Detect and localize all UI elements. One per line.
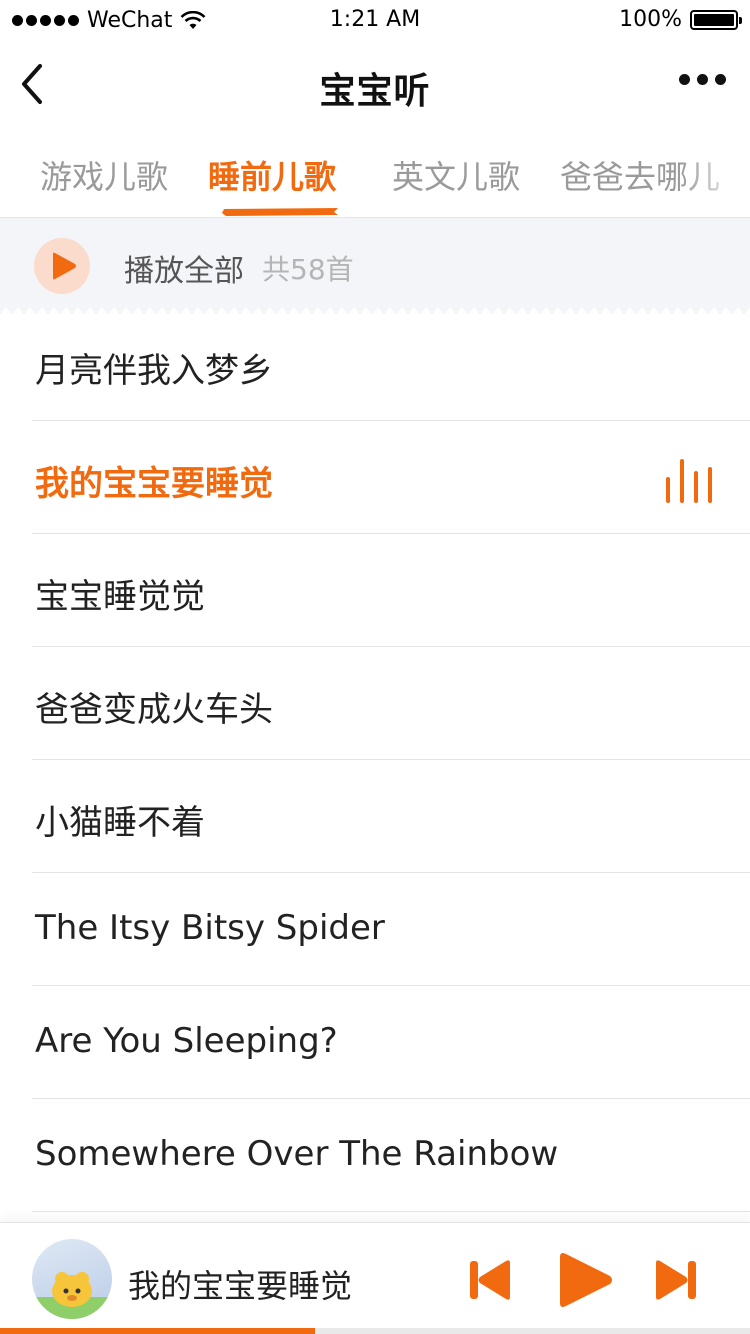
equalizer-icon bbox=[666, 459, 712, 503]
mini-player[interactable]: 我的宝宝要睡觉 bbox=[0, 1222, 750, 1334]
song-row[interactable]: The Itsy Bitsy Spider bbox=[32, 873, 750, 986]
song-row[interactable]: 月亮伴我入梦乡 bbox=[32, 308, 750, 421]
song-title: 宝宝睡觉觉 bbox=[35, 577, 205, 617]
song-row-playing[interactable]: 我的宝宝要睡觉 bbox=[32, 421, 750, 534]
navigation-bar: 宝宝听 bbox=[0, 40, 750, 128]
song-row[interactable]: Are You Sleeping? bbox=[32, 986, 750, 1099]
tab-game-songs[interactable]: 游戏儿歌 bbox=[40, 152, 168, 198]
song-list: 月亮伴我入梦乡 我的宝宝要睡觉 宝宝睡觉觉 爸爸变成火车头 小猫睡不着 The … bbox=[0, 308, 750, 1212]
skip-previous-icon[interactable] bbox=[468, 1259, 512, 1301]
song-title: 我的宝宝要睡觉 bbox=[35, 464, 273, 504]
battery-icon bbox=[690, 9, 742, 30]
song-title: 月亮伴我入梦乡 bbox=[35, 351, 273, 391]
play-icon bbox=[53, 252, 76, 280]
status-bar: WeChat 1:21 AM 100% bbox=[0, 0, 750, 40]
song-title: 小猫睡不着 bbox=[35, 803, 205, 843]
now-playing-title: 我的宝宝要睡觉 bbox=[128, 1267, 353, 1305]
skip-next-icon[interactable] bbox=[654, 1259, 698, 1301]
tabs-fade bbox=[680, 128, 750, 217]
status-right: 100% bbox=[619, 7, 742, 32]
play-button-icon[interactable] bbox=[556, 1251, 614, 1309]
song-title: The Itsy Bitsy Spider bbox=[35, 908, 385, 948]
song-row[interactable]: 爸爸变成火车头 bbox=[32, 647, 750, 760]
album-cover[interactable] bbox=[32, 1239, 112, 1319]
progress-bar[interactable] bbox=[0, 1328, 750, 1334]
song-row[interactable]: 宝宝睡觉觉 bbox=[32, 534, 750, 647]
more-icon[interactable] bbox=[679, 74, 726, 85]
play-all-button[interactable] bbox=[34, 238, 90, 294]
category-tabs: 游戏儿歌 睡前儿歌 英文儿歌 爸爸去哪儿 bbox=[0, 128, 750, 218]
song-title: Are You Sleeping? bbox=[35, 1021, 338, 1061]
battery-percent: 100% bbox=[619, 7, 682, 32]
song-row[interactable]: Somewhere Over The Rainbow bbox=[32, 1099, 750, 1212]
tab-english-songs[interactable]: 英文儿歌 bbox=[392, 152, 520, 198]
progress-fill bbox=[0, 1328, 315, 1334]
song-title: 爸爸变成火车头 bbox=[35, 690, 273, 730]
song-title: Somewhere Over The Rainbow bbox=[35, 1134, 559, 1174]
song-count: 共58首 bbox=[262, 253, 354, 286]
page-title: 宝宝听 bbox=[319, 71, 431, 112]
tab-bedtime-songs[interactable]: 睡前儿歌 bbox=[208, 152, 336, 198]
play-all-bar[interactable]: 播放全部 共58首 bbox=[0, 218, 750, 315]
song-row[interactable]: 小猫睡不着 bbox=[32, 760, 750, 873]
cover-art-icon bbox=[32, 1272, 112, 1319]
play-all-label: 播放全部 bbox=[124, 254, 244, 289]
active-tab-indicator bbox=[222, 208, 338, 216]
